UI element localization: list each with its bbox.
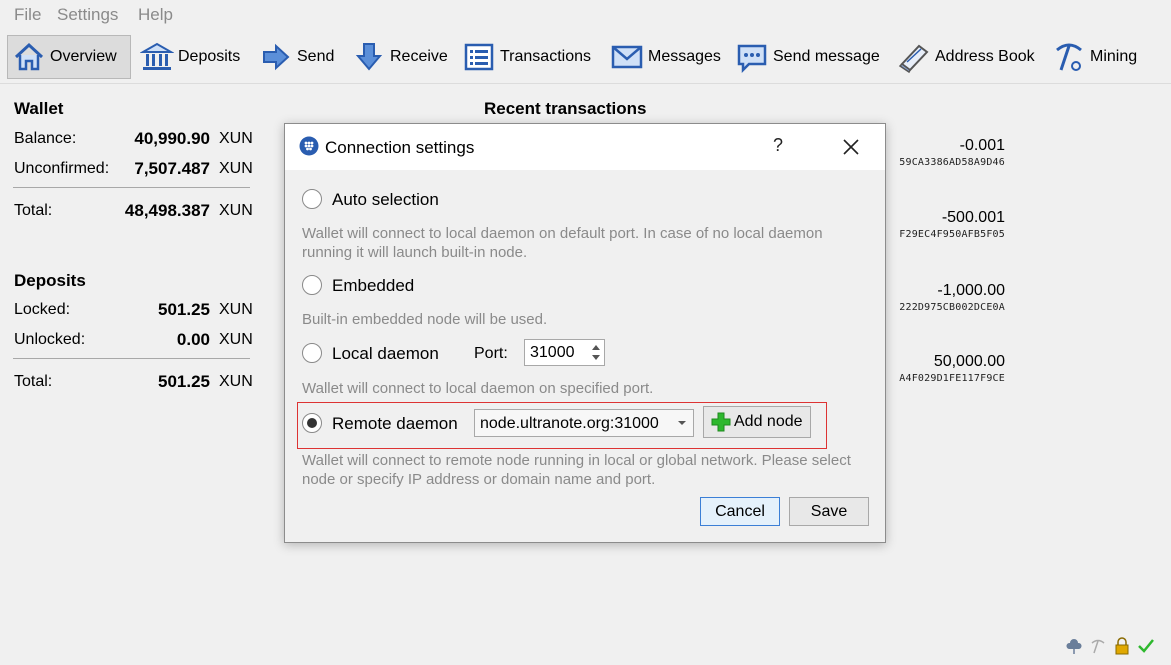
remote-node-value: node.ultranote.org:31000	[480, 415, 659, 432]
deposits-total-value: 501.25	[158, 372, 210, 391]
connection-settings-dialog: Connection settings ? Auto selection Wal…	[284, 123, 886, 543]
auto-selection-description: Wallet will connect to local daemon on d…	[302, 225, 823, 261]
remote-daemon-radio[interactable]	[302, 413, 322, 433]
mining-status-icon	[1091, 639, 1105, 654]
menu-bar: File Settings Help	[0, 0, 1171, 30]
lock-icon[interactable]	[1113, 637, 1131, 655]
wallet-total-value: 48,498.387	[124, 201, 210, 220]
remote-daemon-label[interactable]: Remote daemon	[332, 414, 458, 434]
remote-daemon-description: Wallet will connect to remote node runni…	[302, 452, 851, 488]
toolbar-send-button[interactable]: Send	[255, 35, 340, 79]
cancel-button[interactable]: Cancel	[700, 497, 780, 526]
toolbar: Overview Deposits Send Receive Transacti…	[0, 30, 1171, 84]
balance-unit: XUN	[219, 130, 253, 147]
spin-arrows-icon[interactable]	[588, 340, 604, 365]
toolbar-mining-button[interactable]: Mining	[1048, 35, 1143, 79]
tx-hash: 59CA3386AD58A9D46	[899, 157, 1005, 168]
pickaxe-icon	[1056, 43, 1082, 71]
embedded-radio[interactable]	[302, 275, 322, 295]
local-daemon-label[interactable]: Local daemon	[332, 344, 439, 364]
save-button[interactable]: Save	[789, 497, 869, 526]
tx-hash: A4F029D1FE117F9CE	[899, 373, 1005, 384]
dialog-titlebar: Connection settings ?	[285, 124, 885, 170]
add-node-label: Add node	[734, 413, 803, 430]
balance-value: 40,990.90	[134, 129, 210, 148]
balance-label: Balance:	[14, 130, 77, 147]
toolbar-overview-label: Overview	[50, 48, 117, 65]
list-icon	[464, 43, 494, 71]
toolbar-send-label: Send	[297, 48, 335, 65]
cloud-sync-icon	[1066, 639, 1082, 654]
dialog-body: Auto selection Wallet will connect to lo…	[285, 170, 885, 542]
close-icon[interactable]	[838, 134, 864, 160]
checkmark-icon	[1138, 639, 1154, 653]
toolbar-send-message-label: Send message	[773, 48, 880, 65]
add-node-button[interactable]: Add node	[703, 406, 811, 438]
deposits-total-unit: XUN	[219, 373, 253, 390]
tx-amount: -0.001	[959, 137, 1005, 154]
toolbar-address-book-label: Address Book	[935, 48, 1035, 65]
tx-amount: 50,000.00	[933, 353, 1005, 370]
toolbar-transactions-label: Transactions	[500, 48, 591, 65]
toolbar-deposits-button[interactable]: Deposits	[136, 35, 246, 79]
toolbar-transactions-button[interactable]: Transactions	[458, 35, 597, 79]
toolbar-mining-label: Mining	[1090, 48, 1138, 65]
home-icon	[14, 42, 44, 71]
remote-node-select[interactable]: node.ultranote.org:31000	[474, 409, 694, 437]
embedded-label[interactable]: Embedded	[332, 276, 414, 296]
recent-transactions-title: Recent transactions	[484, 99, 647, 118]
wallet-title: Wallet	[14, 99, 64, 118]
toolbar-receive-button[interactable]: Receive	[348, 35, 454, 79]
menu-help[interactable]: Help	[138, 5, 173, 25]
chat-bubble-icon	[737, 44, 767, 74]
locked-label: Locked:	[14, 301, 71, 318]
local-daemon-description: Wallet will connect to local daemon on s…	[302, 380, 654, 397]
auto-selection-radio[interactable]	[302, 189, 322, 209]
app-logo-icon	[299, 136, 319, 156]
tx-amount: -1,000.00	[937, 282, 1005, 299]
deposits-divider	[13, 358, 250, 359]
toolbar-deposits-label: Deposits	[178, 48, 241, 65]
unconfirmed-value: 7,507.487	[134, 159, 210, 178]
toolbar-messages-label: Messages	[648, 48, 721, 65]
tx-amount: -500.001	[941, 209, 1005, 226]
port-label: Port:	[474, 345, 508, 362]
address-book-icon	[898, 44, 929, 74]
send-arrow-icon	[263, 43, 290, 71]
auto-selection-label[interactable]: Auto selection	[332, 190, 439, 210]
wallet-total-unit: XUN	[219, 202, 253, 219]
toolbar-receive-label: Receive	[390, 48, 448, 65]
unconfirmed-label: Unconfirmed:	[14, 160, 110, 177]
wallet-divider	[13, 187, 250, 188]
tx-hash: 222D975CB002DCE0A	[899, 302, 1005, 313]
unconfirmed-unit: XUN	[219, 160, 253, 177]
dialog-title: Connection settings	[325, 138, 475, 157]
locked-unit: XUN	[219, 301, 253, 318]
envelope-icon	[611, 45, 643, 69]
menu-settings[interactable]: Settings	[57, 5, 118, 25]
port-spinbox[interactable]: 31000	[524, 339, 605, 366]
port-value: 31000	[530, 344, 575, 361]
tx-hash: F29EC4F950AFB5F05	[899, 229, 1005, 240]
local-daemon-radio[interactable]	[302, 343, 322, 363]
chevron-down-icon	[678, 421, 686, 425]
wallet-total-label: Total:	[14, 202, 53, 219]
deposits-title: Deposits	[14, 271, 86, 290]
deposits-total-label: Total:	[14, 373, 53, 390]
embedded-description: Built-in embedded node will be used.	[302, 311, 548, 328]
unlocked-value: 0.00	[176, 330, 210, 349]
unlocked-label: Unlocked:	[14, 331, 86, 348]
toolbar-address-book-button[interactable]: Address Book	[893, 35, 1041, 79]
toolbar-send-message-button[interactable]: Send message	[731, 35, 886, 79]
menu-file[interactable]: File	[14, 5, 41, 25]
plus-icon	[711, 412, 731, 432]
locked-value: 501.25	[158, 300, 210, 319]
unlocked-unit: XUN	[219, 331, 253, 348]
receive-arrow-icon	[355, 43, 383, 71]
status-bar	[1065, 637, 1155, 655]
bank-icon	[140, 42, 174, 70]
toolbar-overview-button[interactable]: Overview	[7, 35, 131, 79]
toolbar-messages-button[interactable]: Messages	[606, 35, 727, 79]
help-button[interactable]: ?	[773, 135, 783, 156]
